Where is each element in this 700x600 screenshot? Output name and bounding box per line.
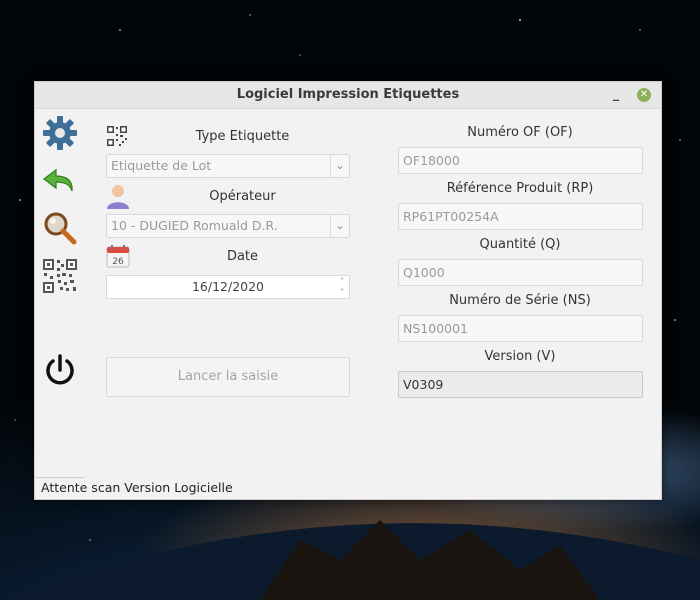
type-select[interactable]: Etiquette de Lot ⌄ <box>106 154 350 178</box>
q-field[interactable]: Q1000 <box>398 259 643 286</box>
operator-select-value: 10 - DUGIED Romuald D.R. <box>111 218 278 233</box>
operator-select[interactable]: 10 - DUGIED Romuald D.R. ⌄ <box>106 214 350 238</box>
date-value: 16/12/2020 <box>191 279 265 294</box>
status-bar: Attente scan Version Logicielle <box>35 477 661 499</box>
window-title: Logiciel Impression Etiquettes <box>236 87 460 102</box>
calendar-icon: 26 <box>106 245 130 268</box>
app-window: Logiciel Impression Etiquettes _ ✕ Type … <box>34 81 662 500</box>
v-field[interactable]: V0309 <box>398 371 643 398</box>
of-field[interactable]: OF18000 <box>398 147 643 174</box>
ns-label: Numéro de Série (NS) <box>449 293 591 308</box>
of-label: Numéro OF (OF) <box>467 125 573 140</box>
v-label: Version (V) <box>484 349 556 364</box>
ns-field[interactable]: NS100001 <box>398 315 643 342</box>
qr-code-small-icon <box>107 126 127 146</box>
status-text: Attente scan Version Logicielle <box>41 480 233 495</box>
chevron-down-icon: ⌄ <box>330 215 349 237</box>
search-icon[interactable] <box>42 210 78 246</box>
calendar-day: 26 <box>112 257 124 267</box>
rp-label: Référence Produit (RP) <box>446 181 594 196</box>
status-separator <box>35 477 85 478</box>
user-icon <box>107 185 129 209</box>
chevron-down-icon: ⌄ <box>330 155 349 177</box>
type-select-value: Etiquette de Lot <box>111 158 212 173</box>
title-bar: Logiciel Impression Etiquettes _ ✕ <box>35 82 661 109</box>
power-icon[interactable] <box>42 352 78 388</box>
operator-label: Opérateur <box>209 189 276 204</box>
date-label: Date <box>226 249 259 264</box>
date-input[interactable]: 16/12/2020 ˄ ˅ <box>106 275 350 299</box>
minimize-button[interactable]: _ <box>609 82 623 108</box>
back-arrow-icon[interactable] <box>42 167 78 197</box>
qr-code-icon[interactable] <box>42 258 78 294</box>
rp-field[interactable]: RP61PT00254A <box>398 203 643 230</box>
q-label: Quantité (Q) <box>479 237 561 252</box>
launch-button[interactable]: Lancer la saisie <box>106 357 350 397</box>
close-button[interactable]: ✕ <box>637 88 651 102</box>
date-spinner[interactable]: ˄ ˅ <box>337 276 347 298</box>
gear-icon[interactable] <box>42 115 78 151</box>
type-label: Type Etiquette <box>195 129 290 144</box>
